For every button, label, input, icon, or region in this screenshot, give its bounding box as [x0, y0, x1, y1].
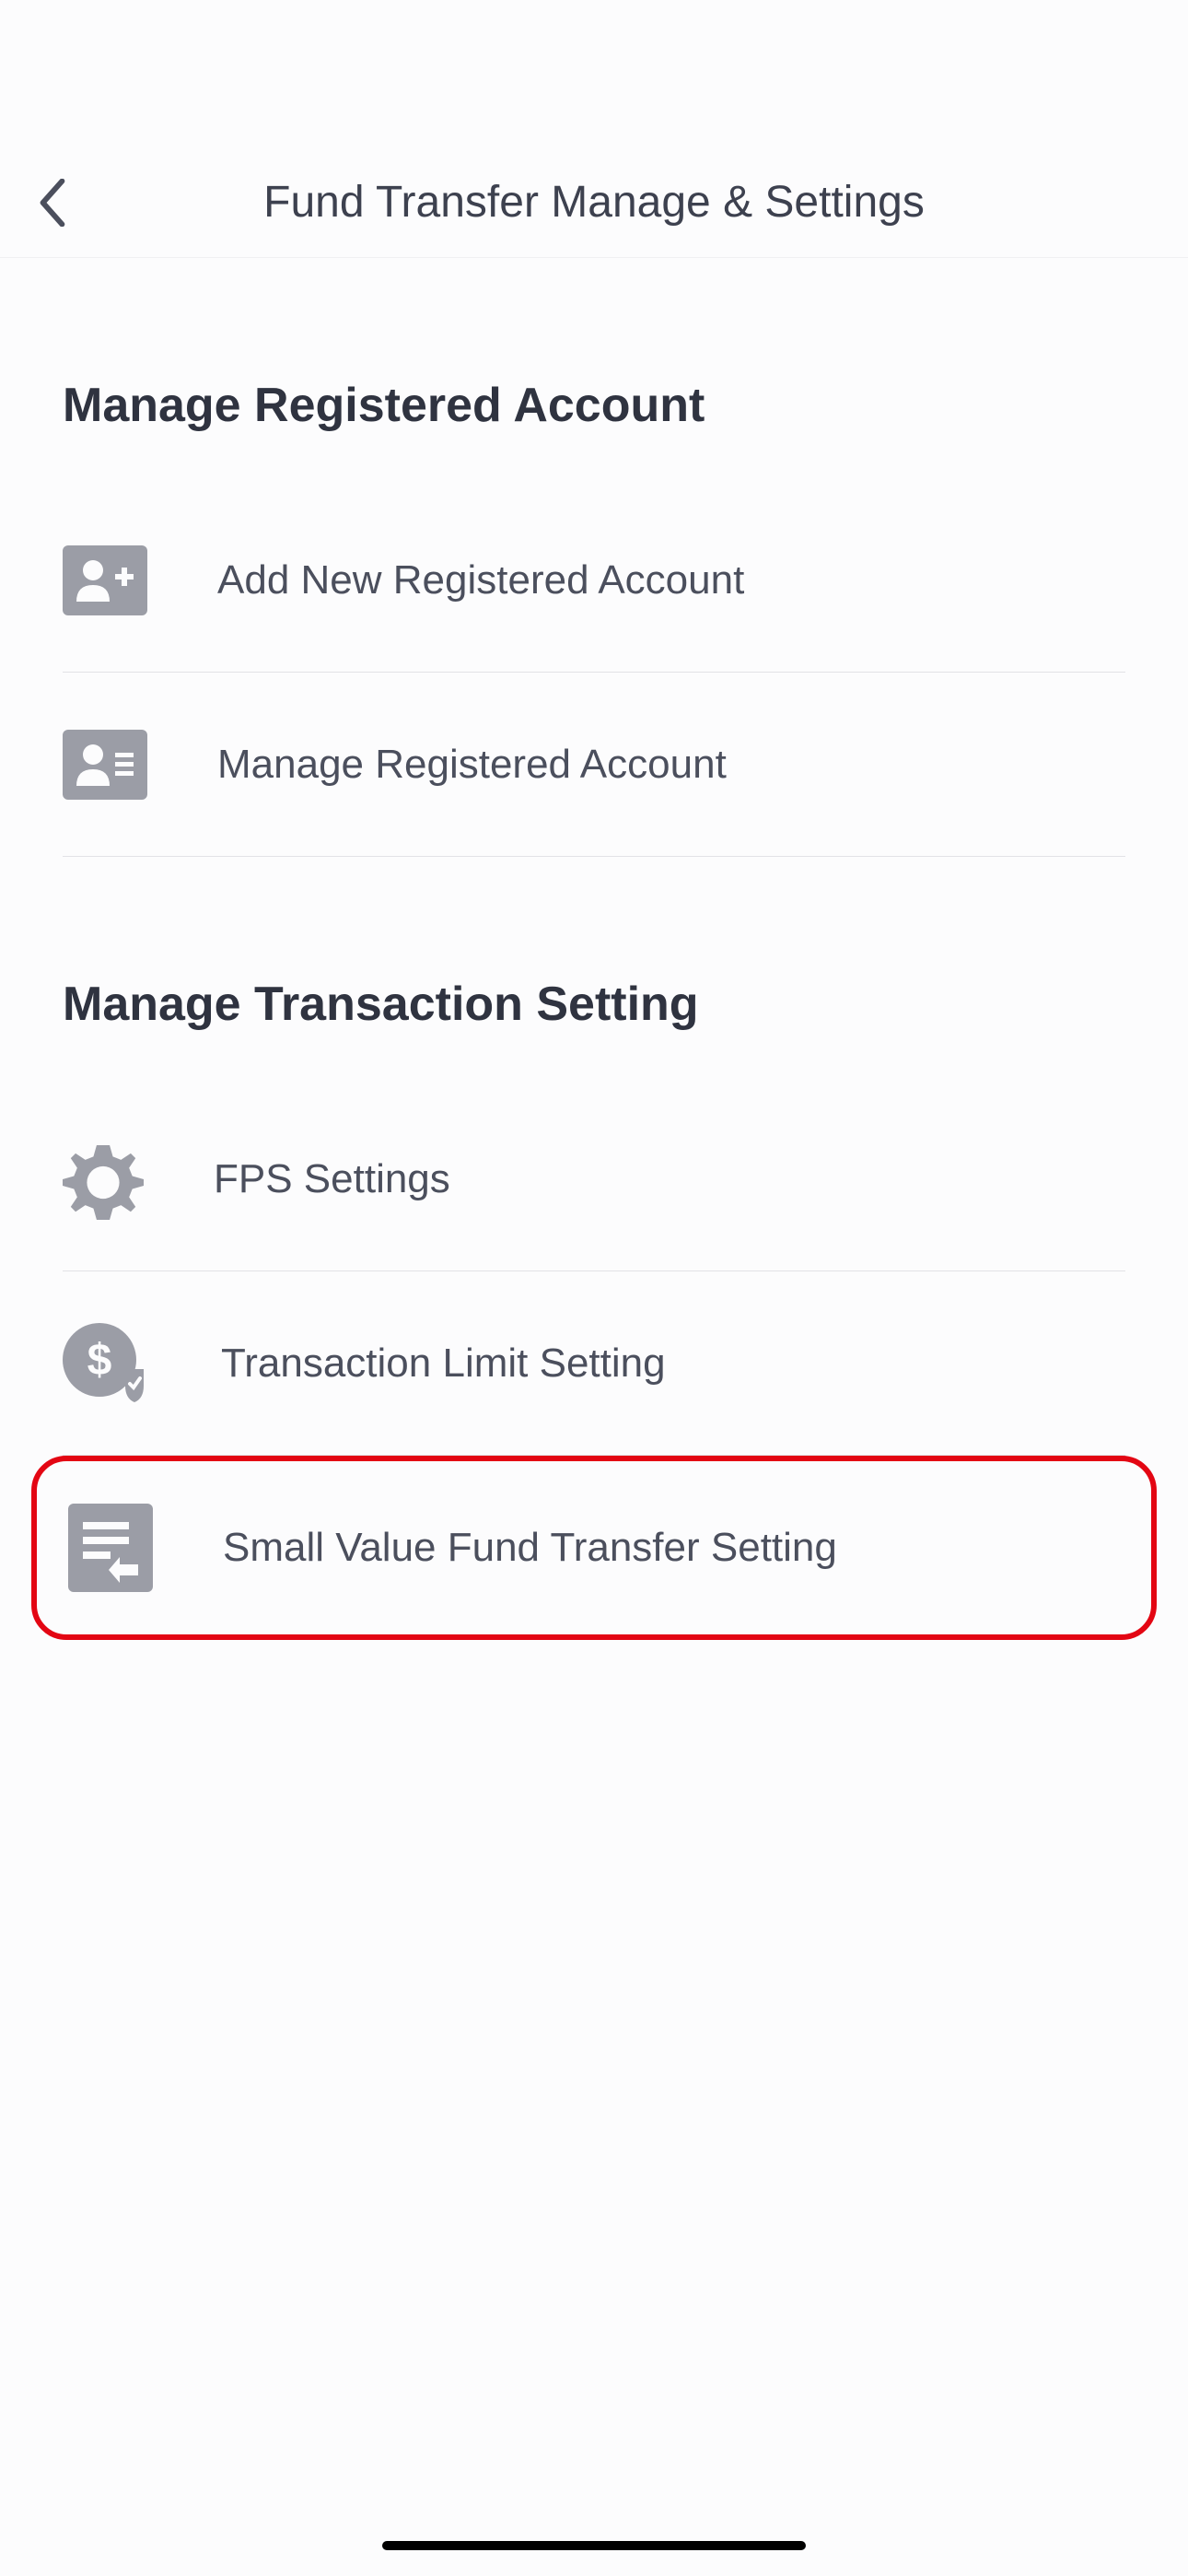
list-item-label: Transaction Limit Setting [221, 1341, 666, 1387]
section-title-transaction: Manage Transaction Setting [0, 857, 1188, 1087]
list-item-transaction-limit[interactable]: $ Transaction Limit Setting [0, 1271, 1188, 1456]
page-title: Fund Transfer Manage & Settings [92, 177, 1151, 228]
section-title-registered: Manage Registered Account [0, 258, 1188, 488]
nav-header: Fund Transfer Manage & Settings [0, 147, 1188, 258]
list-item-fps-settings[interactable]: FPS Settings [0, 1087, 1188, 1271]
document-transfer-icon [68, 1504, 153, 1592]
content: Manage Registered Account Add New Regist… [0, 258, 1188, 1640]
dollar-shield-icon: $ [63, 1323, 151, 1404]
svg-text:$: $ [87, 1336, 112, 1385]
home-indicator[interactable] [382, 2541, 806, 2550]
divider [63, 856, 1125, 857]
status-bar [0, 0, 1188, 147]
list-item-manage-registered[interactable]: Manage Registered Account [0, 673, 1188, 857]
list-item-small-value-transfer[interactable]: Small Value Fund Transfer Setting [31, 1456, 1157, 1640]
chevron-left-icon [37, 179, 68, 227]
person-list-icon [63, 730, 147, 800]
list-item-label: Manage Registered Account [217, 742, 727, 788]
list-item-label: FPS Settings [214, 1156, 450, 1202]
gear-icon [63, 1139, 144, 1220]
person-add-icon [63, 545, 147, 615]
list-item-label: Add New Registered Account [217, 557, 744, 603]
list-item-add-registered[interactable]: Add New Registered Account [0, 488, 1188, 673]
list-item-label: Small Value Fund Transfer Setting [223, 1525, 837, 1571]
back-button[interactable] [37, 175, 92, 230]
